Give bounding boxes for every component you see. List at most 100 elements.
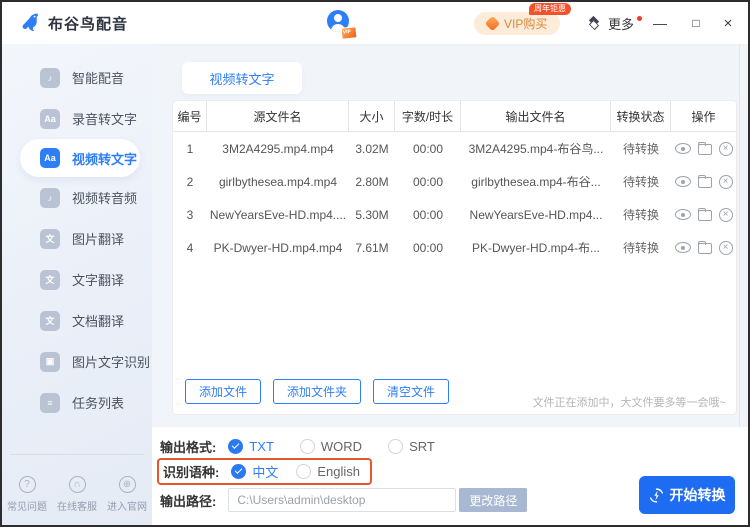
sidebar-nav: ♪ 智能配音 Aa 录音转文字 Aa 视频转文字 ♪ 视频转音频文图片翻译文文字翻译文文档翻译… [2,57,152,423]
footer-item-online-service[interactable]: ∩ 在线客服 [57,476,97,513]
preview-icon[interactable] [674,242,691,253]
sidebar-item-video-to-text[interactable]: Aa 视频转文字 [20,139,140,177]
delete-icon[interactable] [718,207,733,222]
sidebar-item-text-translate[interactable]: 文文字翻译 [2,259,152,300]
footer-item-label: 在线客服 [57,502,97,513]
footer-item-official-site[interactable]: ⊕ 进入官网 [107,476,147,513]
table-header-cell: 转换状态 [611,101,671,131]
table-header-cell: 输出文件名 [461,101,611,131]
open-folder-icon[interactable] [697,208,712,221]
preview-icon[interactable] [674,209,691,220]
image-translate-icon: 文 [40,228,60,249]
sidebar-divider [10,454,144,455]
table-row: 1 3M2A4295.mp4.mp4 3.02M 00:00 3M2A4295.mp4-… [173,132,736,165]
cell-number: 2 [186,174,194,189]
delete-icon[interactable] [718,240,733,255]
footer-item-label: 进入官网 [107,502,147,513]
language-label: 识别语种: [163,465,220,480]
cell-output-name: 3M2A4295.mp4-布谷鸟... [468,142,604,156]
preview-icon[interactable] [674,176,691,187]
table-header-cell: 字数/时长 [395,101,461,131]
sidebar-item-label: 文字翻译 [72,273,125,288]
sidebar-item-task-list[interactable]: ≡ 任务列表 [2,382,152,423]
cell-status: 待转换 [622,142,659,156]
cell-output-name: NewYearsEve-HD.mp4... [469,207,603,222]
doc-translate-icon: 文 [40,310,60,331]
close-button[interactable]: × [715,10,741,36]
layers-icon [587,16,602,31]
sidebar-item-video-to-audio[interactable]: ♪ 视频转音频 [2,177,152,218]
file-buttons-group: 添加文件 添加文件夹 清空文件 [185,379,450,404]
more-menu-button[interactable]: 更多 [581,11,648,35]
sidebar-item-label: 视频转音频 [72,191,138,206]
user-avatar[interactable] [327,10,358,40]
cell-duration: 00:00 [412,141,444,156]
cell-duration: 00:00 [412,240,444,255]
text-translate-icon: 文 [40,269,60,290]
cell-status: 待转换 [622,208,659,222]
delete-icon[interactable] [718,141,733,156]
sidebar-item-image-translate[interactable]: 文图片翻译 [2,218,152,259]
format-option-txt[interactable]: TXT [228,438,274,454]
cell-duration: 00:00 [412,207,444,222]
cell-source-name: 3M2A4295.mp4.mp4 [222,141,334,156]
start-convert-button[interactable]: 开始转换 [639,476,735,514]
minimize-button[interactable]: — [647,10,673,36]
radio-unchecked-icon [299,438,315,454]
cell-source-name: PK-Dwyer-HD.mp4.mp4 [213,240,343,255]
open-folder-icon[interactable] [697,142,712,155]
vip-gem-icon [484,15,501,32]
output-path-label: 输出路径: [160,493,217,509]
cell-status: 待转换 [622,241,659,255]
sidebar-footer: ? 常见问题 ∩ 在线客服 ⊕ 进入官网 [2,476,152,513]
cell-actions [671,141,736,156]
add-folder-button[interactable]: 添加文件夹 [273,379,362,404]
clear-files-button[interactable]: 清空文件 [373,379,450,404]
sidebar-item-label: 图片翻译 [72,232,125,247]
video-to-audio-icon: ♪ [40,187,60,208]
cell-number: 3 [186,207,194,222]
vip-purchase-button[interactable]: VIP购买 [474,12,561,35]
delete-icon[interactable] [718,174,733,189]
settings-panel: 输出格式: TXT WORD SRT 识别语种: 中文 English 输出路径: 更… [152,427,748,525]
cell-number: 1 [186,141,194,156]
convert-bolt-icon [649,487,663,503]
language-option-english[interactable]: English [296,464,360,479]
file-table-card: 编号 源文件名 大小 字数/时长 输出文件名 转换状态 操作 1 3M2A4295.mp4.m… [172,100,737,415]
table-body: 1 3M2A4295.mp4.mp4 3.02M 00:00 3M2A4295.mp4-… [173,132,736,264]
vip-purchase-label: VIP购买 [504,17,548,31]
cell-size: 5.30M [355,207,389,222]
open-folder-icon[interactable] [697,175,712,188]
cell-number: 4 [186,240,194,255]
output-path-input[interactable] [228,488,457,512]
sidebar-item-image-ocr[interactable]: ▣ 图片文字识别 [2,341,152,382]
audio-to-text-icon: Aa [40,108,60,129]
add-file-button[interactable]: 添加文件 [185,379,262,404]
maximize-button[interactable]: □ [683,10,709,36]
footer-item-faq[interactable]: ? 常见问题 [7,476,47,513]
language-option-中文[interactable]: 中文 [231,462,278,481]
open-folder-icon[interactable] [697,241,712,254]
image-ocr-icon: ▣ [40,351,60,372]
cell-size: 3.02M [355,141,389,156]
footer-item-label: 常见问题 [7,502,47,513]
sidebar-item-label: 文档翻译 [72,314,125,329]
change-path-button[interactable]: 更改路径 [459,488,528,512]
more-label: 更多 [608,16,635,32]
cell-output-name: girlbythesea.mp4-布谷... [471,175,601,189]
sidebar-item-audio-to-text[interactable]: Aa 录音转文字 [2,98,152,139]
sidebar-item-label: 录音转文字 [72,112,138,127]
sidebar-item-smart-dubbing[interactable]: ♪ 智能配音 [2,57,152,98]
sidebar-item-doc-translate[interactable]: 文文档翻译 [2,300,152,341]
radio-unchecked-icon [296,464,312,479]
preview-icon[interactable] [674,143,691,154]
format-option-srt[interactable]: SRT [388,438,435,454]
format-option-word[interactable]: WORD [299,438,362,454]
radio-checked-icon [231,464,247,479]
tab-video-to-text[interactable]: 视频转文字 [182,62,302,94]
sidebar-item-label: 图片文字识别 [72,355,151,370]
cell-status: 待转换 [622,175,659,189]
table-header-cell: 操作 [691,109,716,124]
output-format-options: TXT WORD SRT [228,438,435,454]
cell-source-name: girlbythesea.mp4.mp4 [218,174,338,189]
